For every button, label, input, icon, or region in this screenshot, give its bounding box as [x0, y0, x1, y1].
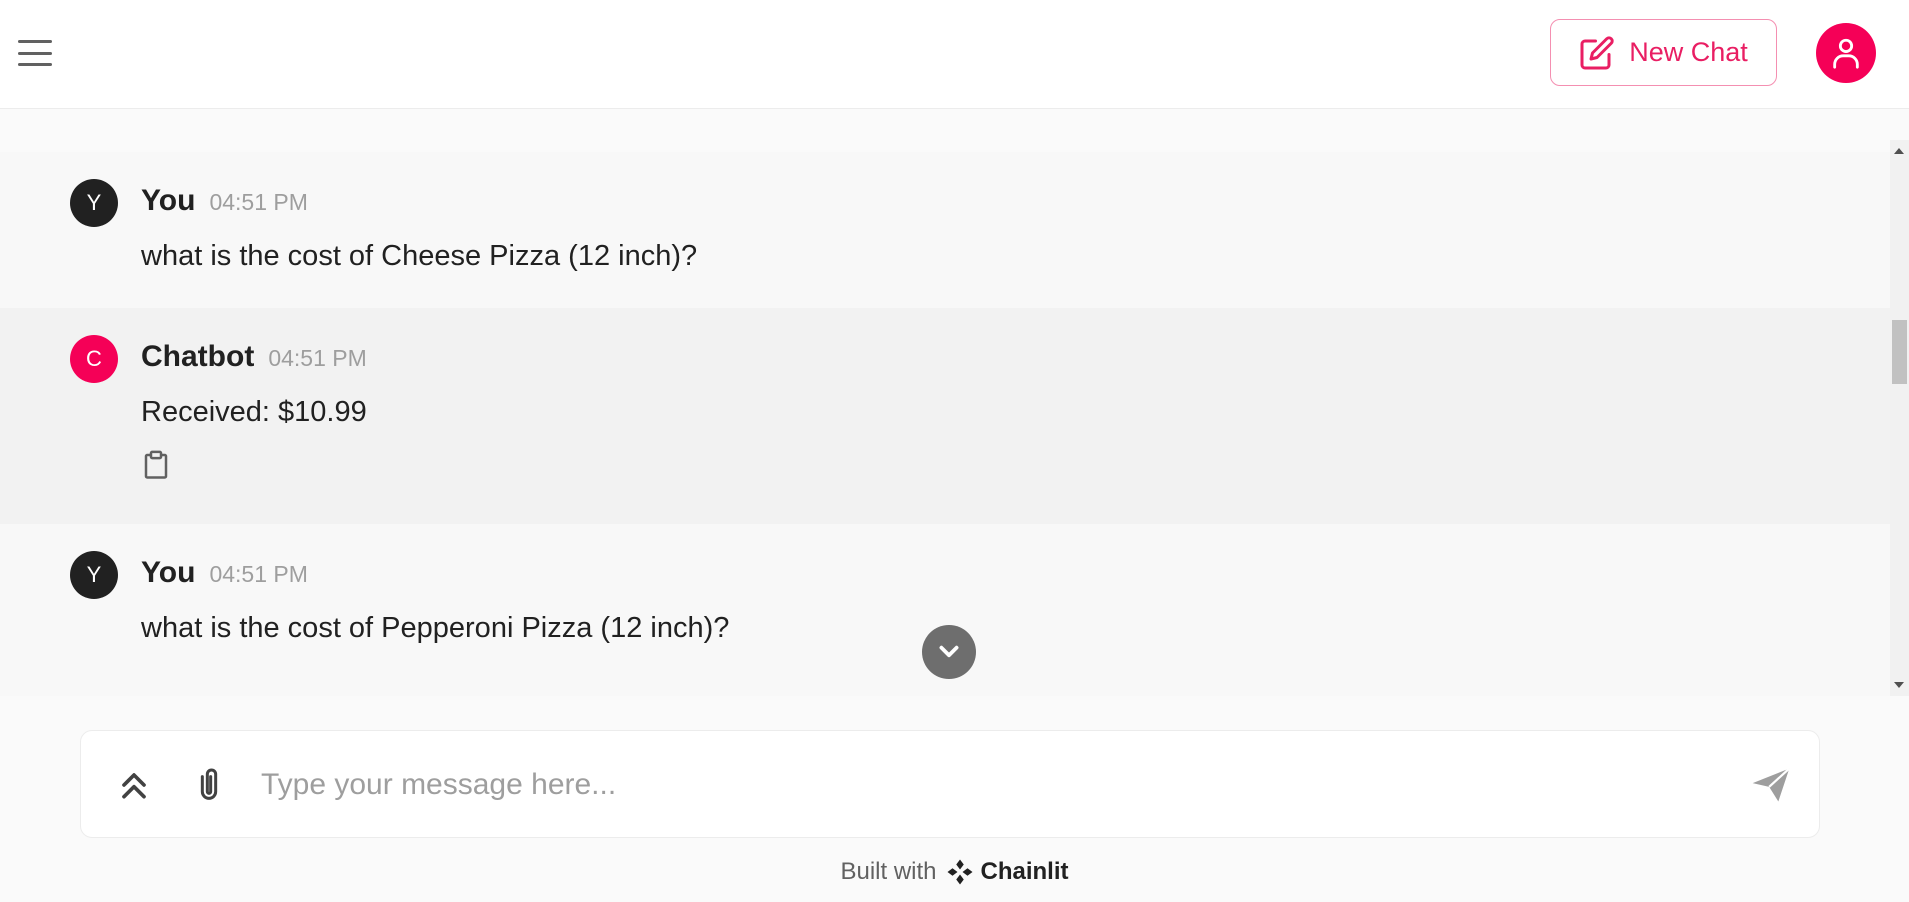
- new-chat-button[interactable]: New Chat: [1550, 19, 1777, 86]
- clipboard-icon[interactable]: [143, 450, 169, 480]
- new-chat-label: New Chat: [1629, 37, 1748, 67]
- edit-icon: [1580, 35, 1614, 69]
- message-author: You 04:51 PM: [141, 184, 308, 218]
- scroll-up-arrow[interactable]: [1894, 148, 1904, 154]
- app-header: New Chat: [0, 0, 1909, 109]
- avatar: C: [70, 335, 118, 383]
- chat-messages[interactable]: Y You 04:51 PM what is the cost of Cheese…: [0, 140, 1890, 696]
- footer: Built with Chainlit: [0, 855, 1909, 889]
- author-name: Chatbot: [141, 340, 255, 373]
- send-icon[interactable]: [1749, 763, 1793, 807]
- message-bot: C Chatbot 04:51 PM Received: $10.99: [0, 308, 1890, 524]
- paperclip-icon[interactable]: [189, 765, 229, 805]
- message-input[interactable]: [261, 753, 1691, 817]
- chainlit-link[interactable]: Chainlit: [945, 857, 1069, 887]
- message-time: 04:51 PM: [209, 189, 308, 215]
- author-name: You: [141, 184, 196, 217]
- chat-scrollbar[interactable]: [1890, 140, 1909, 696]
- message-text: what is the cost of Pepperoni Pizza (12 …: [141, 612, 730, 644]
- author-name: You: [141, 556, 196, 589]
- chevron-down-icon: [939, 645, 959, 658]
- scroll-thumb[interactable]: [1892, 320, 1907, 384]
- user-menu-button[interactable]: [1816, 23, 1876, 83]
- message-composer: [80, 730, 1820, 838]
- avatar: Y: [70, 551, 118, 599]
- built-with-text: Built with: [840, 858, 937, 885]
- brand-name: Chainlit: [980, 858, 1069, 885]
- message-time: 04:51 PM: [209, 561, 308, 587]
- scroll-down-arrow[interactable]: [1894, 682, 1904, 688]
- chainlit-logo-icon: [947, 859, 973, 885]
- chevrons-up-icon[interactable]: [114, 765, 154, 805]
- message-text: Received: $10.99: [141, 396, 367, 428]
- message-author: You 04:51 PM: [141, 556, 308, 590]
- scroll-to-bottom-button[interactable]: [922, 625, 976, 679]
- message-text: what is the cost of Cheese Pizza (12 inc…: [141, 240, 698, 272]
- avatar: Y: [70, 179, 118, 227]
- user-icon: [1833, 38, 1859, 69]
- message-user: Y You 04:51 PM what is the cost of Cheese…: [0, 152, 1890, 308]
- message-time: 04:51 PM: [268, 345, 367, 371]
- message-author: Chatbot 04:51 PM: [141, 340, 367, 374]
- hamburger-menu-icon[interactable]: [16, 38, 54, 68]
